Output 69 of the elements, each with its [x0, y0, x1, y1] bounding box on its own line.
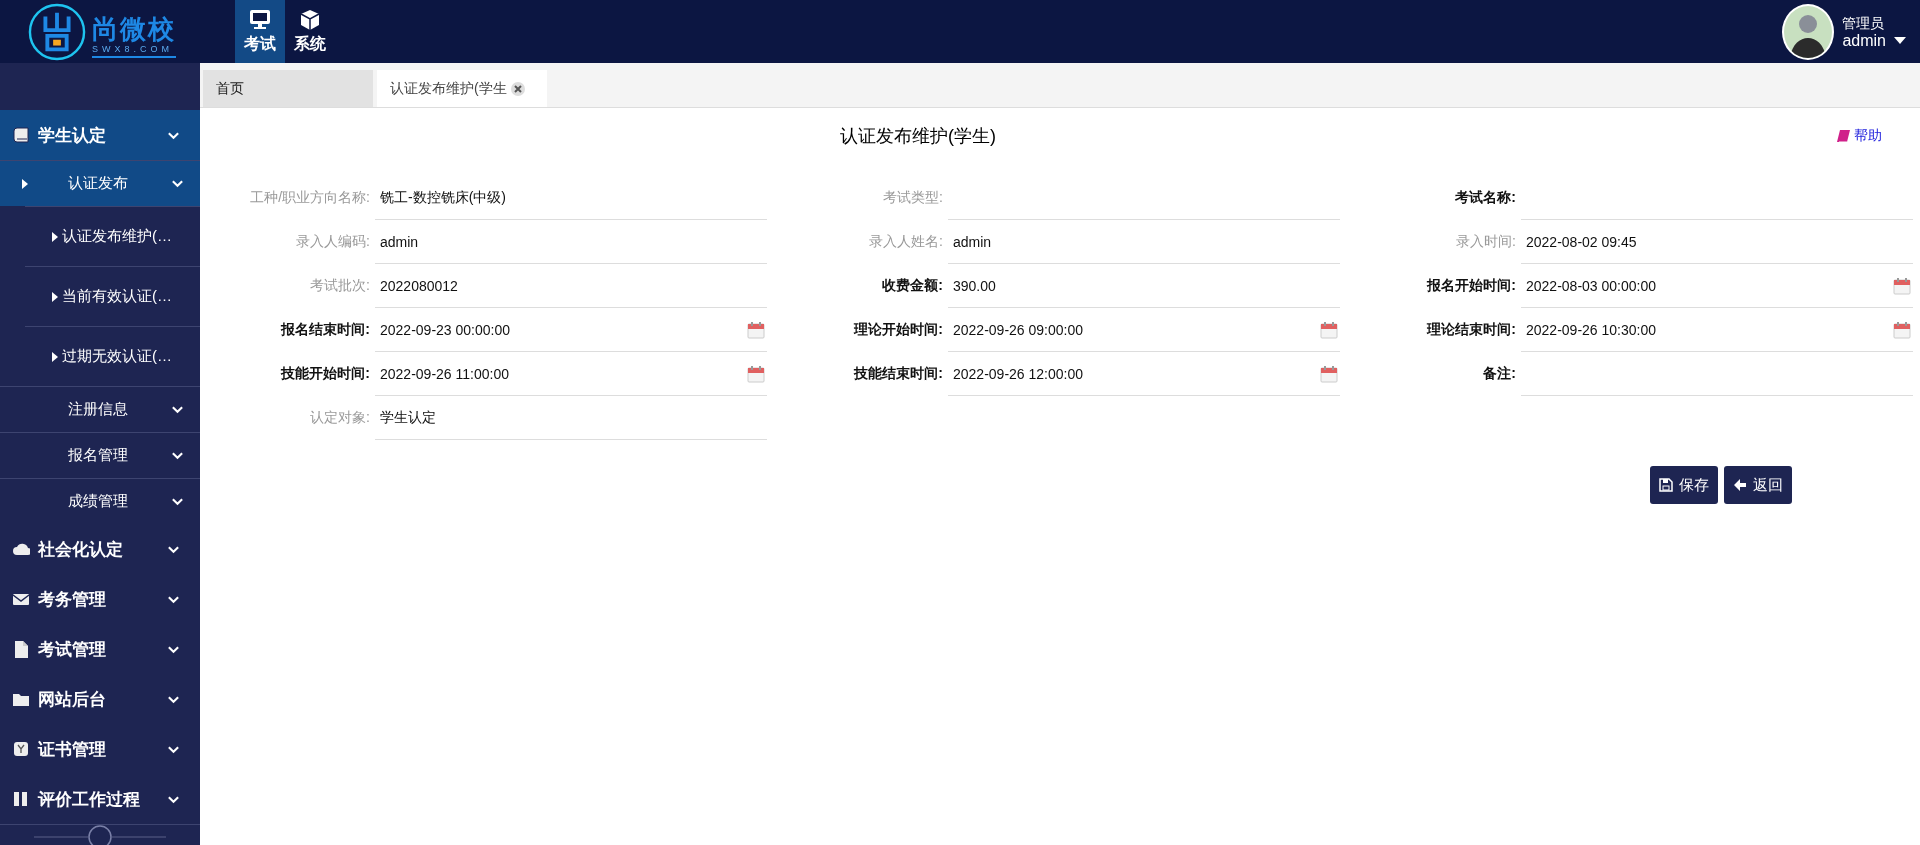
calendar-icon	[747, 320, 765, 339]
date-field[interactable]: 2022-09-26 10:30:00	[1521, 308, 1913, 352]
module-tab[interactable]: 考试	[235, 0, 285, 63]
field-label: 考试类型:	[882, 188, 943, 207]
calendar-icon	[1320, 320, 1338, 339]
field-label: 技能开始时间:	[279, 364, 370, 383]
caret-right-icon	[52, 351, 58, 362]
input-field[interactable]: 2022080012	[375, 264, 767, 308]
page-tab[interactable]: 首页	[203, 70, 373, 107]
calendar-icon	[1893, 276, 1911, 295]
input-field[interactable]: 学生认定	[375, 396, 767, 440]
field-label: 技能结束时间:	[852, 364, 943, 383]
sidebar-toggle-icon[interactable]	[34, 825, 166, 845]
calendar-icon	[1893, 320, 1911, 339]
field-label: 理论结束时间:	[1425, 320, 1516, 339]
module-tab[interactable]: 系统	[285, 0, 335, 63]
input-field[interactable]: 2022-08-02 09:45	[1521, 220, 1913, 264]
field-label: 考试名称:	[1454, 188, 1516, 207]
caret-right-icon	[52, 291, 58, 302]
input-field[interactable]: 390.00	[948, 264, 1340, 308]
input-field[interactable]: admin	[375, 220, 767, 264]
sidebar-item[interactable]: 网站后台	[0, 674, 200, 724]
save-button[interactable]: 保存	[1650, 466, 1718, 504]
badge-icon	[12, 740, 30, 758]
logo-name: 尚微校	[92, 13, 176, 44]
sidebar-item[interactable]: 认证发布	[0, 160, 200, 206]
field-label: 录入时间:	[1455, 232, 1516, 251]
sidebar-item[interactable]: 考务管理	[0, 574, 200, 624]
page-tab[interactable]: 认证发布维护(学生	[377, 70, 547, 107]
date-field[interactable]: 2022-08-03 00:00:00	[1521, 264, 1913, 308]
field-label: 考试批次:	[309, 276, 370, 295]
logo-icon	[28, 2, 86, 61]
field-label: 备注:	[1482, 364, 1516, 383]
field-label: 报名结束时间:	[279, 320, 370, 339]
field-label: 收费金额:	[881, 276, 943, 295]
calendar-icon	[1320, 364, 1338, 383]
date-field[interactable]: 2022-09-23 00:00:00	[375, 308, 767, 352]
help-link[interactable]: 帮助	[1836, 127, 1882, 145]
sidebar-item[interactable]: 评价工作过程	[0, 774, 200, 824]
monitor-icon	[248, 8, 272, 32]
close-icon[interactable]	[510, 81, 525, 96]
back-button[interactable]: 返回	[1724, 466, 1792, 504]
user-name[interactable]: admin	[1842, 31, 1886, 50]
sidebar-item[interactable]: 社会化认定	[0, 524, 200, 574]
columns-icon	[12, 790, 30, 808]
date-field[interactable]: 2022-09-26 09:00:00	[948, 308, 1340, 352]
calendar-icon	[747, 364, 765, 383]
user-role: 管理员	[1842, 13, 1886, 32]
date-field[interactable]: 2022-09-26 11:00:00	[375, 352, 767, 396]
field-label: 认定对象:	[309, 408, 370, 427]
input-field[interactable]: admin	[948, 220, 1340, 264]
arrow-left-icon	[1733, 478, 1747, 492]
page-title: 认证发布维护(学生)	[840, 125, 996, 148]
file-icon	[12, 640, 30, 658]
field-label: 录入人姓名:	[868, 232, 943, 251]
field-label: 理论开始时间:	[852, 320, 943, 339]
field-label: 录入人编码:	[295, 232, 370, 251]
input-field[interactable]: 铣工-数控铣床(中级)	[375, 176, 767, 220]
logo-domain: SWX8.COM	[92, 43, 173, 54]
caret-right-icon	[52, 231, 58, 242]
caret-down-icon	[1894, 37, 1906, 44]
field-label: 报名开始时间:	[1425, 276, 1516, 295]
cube-icon	[298, 8, 322, 32]
caret-right-icon	[22, 178, 28, 189]
sidebar-item[interactable]: 证书管理	[0, 724, 200, 774]
date-field[interactable]: 2022-09-26 12:00:00	[948, 352, 1340, 396]
sidebar-item[interactable]: 学生认定	[0, 110, 200, 160]
field-label: 工种/职业方向名称:	[249, 188, 370, 207]
sidebar-item[interactable]: 考试管理	[0, 624, 200, 674]
